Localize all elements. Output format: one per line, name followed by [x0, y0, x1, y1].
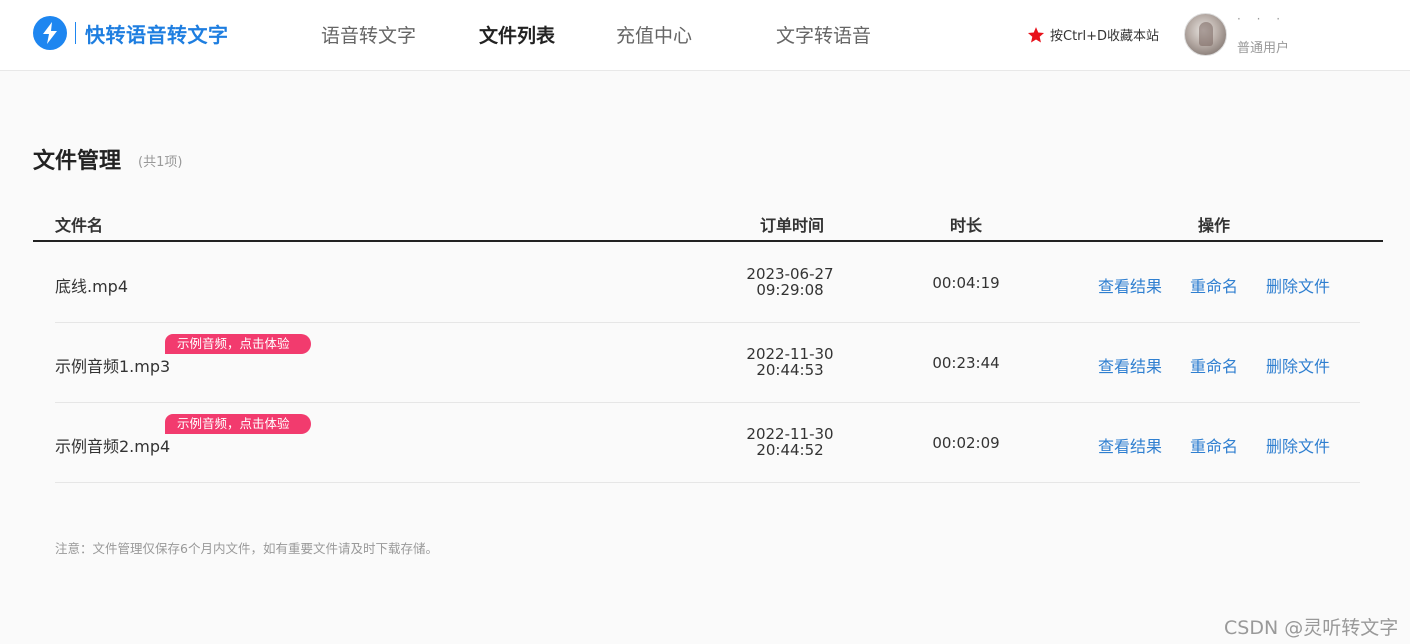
column-header-order-time: 订单时间 [760, 216, 825, 235]
nav-recharge-center[interactable]: 充值中心 [616, 21, 692, 48]
table-row: 示例音频，点击体验 示例音频1.mp3 2022-11-30 20:44:53 … [55, 323, 1360, 403]
order-date: 2022-11-30 [746, 345, 834, 363]
bookmark-text: 按Ctrl+D收藏本站 [1050, 29, 1160, 44]
avatar[interactable] [1184, 13, 1227, 56]
order-clock: 20:44:52 [756, 441, 824, 459]
file-name: 示例音频2.mp4 [55, 437, 171, 456]
star-icon [1027, 26, 1045, 42]
user-name[interactable]: · · · [1237, 12, 1286, 26]
file-duration: 00:02:09 [932, 434, 1000, 452]
order-date: 2023-06-27 [746, 265, 834, 283]
logo-text: 快转语音转文字 [85, 22, 229, 47]
bookmark-hint: 按Ctrl+D收藏本站 [1027, 25, 1159, 44]
table-row: 示例音频，点击体验 示例音频2.mp4 2022-11-30 20:44:52 … [55, 403, 1360, 483]
column-header-filename: 文件名 [55, 216, 104, 235]
view-result-button[interactable]: 查看结果 [1098, 433, 1162, 457]
nav-voice-to-text[interactable]: 语音转文字 [321, 21, 416, 48]
nav-text-to-voice[interactable]: 文字转语音 [776, 21, 871, 48]
file-name: 示例音频1.mp3 [55, 357, 171, 376]
file-duration: 00:04:19 [932, 274, 1000, 292]
order-date: 2022-11-30 [746, 425, 834, 443]
sample-badge[interactable]: 示例音频，点击体验 [165, 334, 311, 354]
rename-button[interactable]: 重命名 [1190, 433, 1238, 457]
delete-file-button[interactable]: 删除文件 [1266, 353, 1330, 377]
order-clock: 20:44:53 [756, 361, 824, 379]
rename-button[interactable]: 重命名 [1190, 353, 1238, 377]
table-header-divider [33, 240, 1383, 242]
lightning-icon [33, 16, 67, 50]
logo[interactable]: 快转语音转文字 [33, 16, 229, 50]
watermark: CSDN @灵听转文字 [1224, 617, 1399, 639]
file-count: (共1项) [138, 155, 183, 170]
column-header-actions: 操作 [1198, 216, 1231, 235]
column-header-duration: 时长 [950, 216, 983, 235]
view-result-button[interactable]: 查看结果 [1098, 273, 1162, 297]
view-result-button[interactable]: 查看结果 [1098, 353, 1162, 377]
page-title: 文件管理 [33, 149, 122, 174]
nav-file-list[interactable]: 文件列表 [479, 21, 555, 48]
file-name: 底线.mp4 [55, 277, 129, 296]
retention-notice: 注意：文件管理仅保存6个月内文件，如有重要文件请及时下载存储。 [55, 541, 438, 556]
user-role: 普通用户 [1237, 41, 1290, 56]
delete-file-button[interactable]: 删除文件 [1266, 273, 1330, 297]
order-time: 2022-11-30 20:44:52 [715, 426, 865, 458]
rename-button[interactable]: 重命名 [1190, 273, 1238, 297]
table-row: 底线.mp4 2023-06-27 09:29:08 00:04:19 查看结果… [55, 243, 1360, 323]
header: 快转语音转文字 语音转文字 文件列表 充值中心 文字转语音 按Ctrl+D收藏本… [0, 0, 1410, 71]
file-duration: 00:23:44 [932, 354, 1000, 372]
logo-divider [75, 22, 76, 44]
delete-file-button[interactable]: 删除文件 [1266, 433, 1330, 457]
order-clock: 09:29:08 [756, 281, 824, 299]
sample-badge[interactable]: 示例音频，点击体验 [165, 414, 311, 434]
order-time: 2023-06-27 09:29:08 [715, 266, 865, 298]
order-time: 2022-11-30 20:44:53 [715, 346, 865, 378]
